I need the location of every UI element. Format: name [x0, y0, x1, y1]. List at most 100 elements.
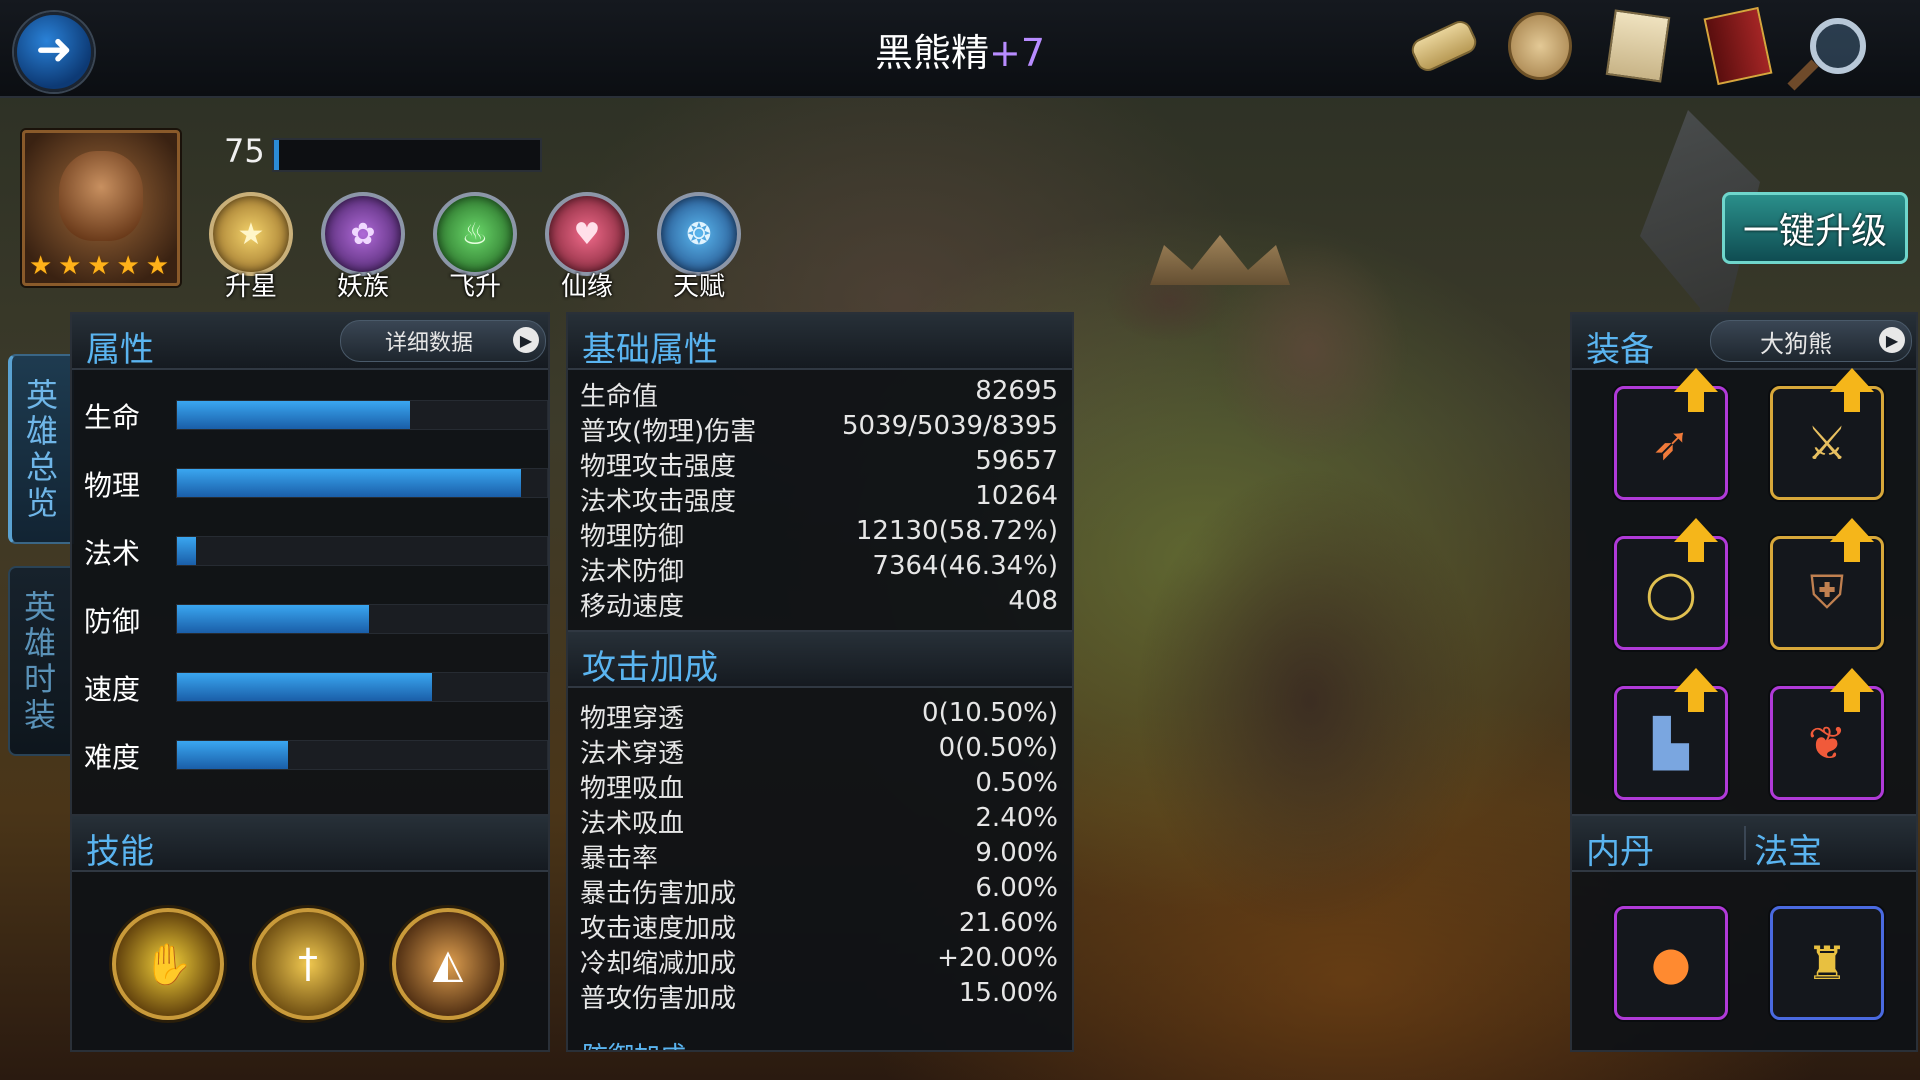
axe-icon: ⚔: [1806, 416, 1848, 470]
hero-portrait[interactable]: ★ ★ ★ ★ ★: [22, 130, 180, 286]
stat-label: 冷却缩减加成: [580, 949, 737, 979]
detail-data-label: 详细数据: [385, 331, 474, 356]
stat-value: 82695: [975, 376, 1058, 406]
claw-icon: ✋: [143, 941, 193, 988]
upgrade-arrow-icon: [1830, 368, 1874, 412]
attribute-bar: [176, 400, 548, 430]
star-icon: ★: [87, 251, 111, 281]
detail-data-button[interactable]: 详细数据 ▶: [340, 320, 546, 362]
chevron-right-icon: ▶: [1879, 327, 1905, 353]
attribute-row-difficulty: 难度: [84, 734, 548, 774]
equip-slot-phoenix[interactable]: ❦: [1770, 686, 1884, 800]
search-button[interactable]: [1800, 8, 1876, 84]
equipment-header: 装备 大狗熊 ▶: [1572, 314, 1916, 370]
magnifier-icon: [1810, 18, 1866, 74]
stat-value: 6.00%: [975, 873, 1058, 903]
attribute-row-defense: 防御: [84, 598, 548, 638]
stat-row: 物理防御 12130(58.72%): [580, 516, 1064, 552]
treasure-slot[interactable]: ♜: [1770, 906, 1884, 1020]
tab-hero-overview[interactable]: 英 雄 总 览: [8, 354, 74, 544]
hero-face-art: [59, 151, 143, 241]
chevron-right-icon: ▶: [513, 327, 539, 353]
stat-value: 59657: [975, 446, 1058, 476]
fate-button[interactable]: ♥ 仙缘: [542, 192, 632, 303]
equip-slot-ring[interactable]: ◯: [1614, 536, 1728, 650]
attribute-bar: [176, 468, 548, 498]
heart-icon: ♥: [545, 192, 629, 276]
stat-label: 法术吸血: [580, 809, 685, 839]
star-icon: ★: [145, 251, 169, 281]
stat-value: 10264: [975, 481, 1058, 511]
paper-icon: [1605, 9, 1671, 83]
stat-label: 暴击伤害加成: [580, 879, 737, 909]
equip-slot-boots[interactable]: ▙: [1614, 686, 1728, 800]
equip-slot-armor[interactable]: ⛨: [1770, 536, 1884, 650]
book-button[interactable]: [1700, 6, 1776, 86]
sword-icon: †: [298, 941, 318, 987]
attribute-bar-fill: [177, 469, 522, 497]
equip-slot-spear[interactable]: ➶: [1614, 386, 1728, 500]
hero-enhance-level: +7: [988, 31, 1046, 75]
attribute-bar: [176, 536, 548, 566]
one-key-upgrade-button[interactable]: 一键升级: [1722, 192, 1908, 264]
stat-label: 物理穿透: [580, 704, 685, 734]
upgrade-arrow-icon: [1830, 668, 1874, 712]
inner-core-slot[interactable]: ●: [1614, 906, 1728, 1020]
fire-orb-icon: ●: [1650, 936, 1692, 990]
stat-label: 移动速度: [580, 592, 685, 622]
attributes-panel: 属性 详细数据 ▶ 生命 物理 法术 防御 速度 难度: [70, 312, 550, 816]
phoenix-icon: ❦: [1807, 716, 1847, 770]
tab-char: 装: [23, 696, 56, 734]
tab-char: 雄: [23, 624, 56, 662]
equip-slot-axe[interactable]: ⚔: [1770, 386, 1884, 500]
coin-button[interactable]: [1502, 8, 1578, 84]
ascend-button[interactable]: ♨ 飞升: [430, 192, 520, 303]
stat-label: 法术攻击强度: [580, 487, 737, 517]
stat-label: 法术穿透: [580, 739, 685, 769]
demon-clan-button[interactable]: ✿ 妖族: [318, 192, 408, 303]
talent-button[interactable]: ❂ 天赋: [654, 192, 744, 303]
paper-button[interactable]: [1600, 8, 1676, 84]
fate-label: 仙缘: [560, 272, 613, 302]
skills-header: 技能: [72, 816, 548, 872]
skill-axe-button[interactable]: ◭: [392, 908, 504, 1020]
scroll-button[interactable]: [1406, 8, 1482, 84]
ring-icon: ◯: [1645, 566, 1697, 620]
attribute-bar: [176, 672, 548, 702]
stat-label: 普攻伤害加成: [580, 984, 737, 1014]
tab-hero-skins[interactable]: 英 雄 时 装: [8, 566, 72, 756]
talent-icon: ❂: [657, 192, 741, 276]
attribute-bar-fill: [177, 401, 411, 429]
star-up-label: 升星: [224, 272, 277, 302]
attribute-row-health: 生命: [84, 394, 548, 434]
stat-label: 暴击率: [580, 844, 659, 874]
stat-value: 15.00%: [958, 978, 1058, 1008]
coin-icon: [1508, 12, 1572, 80]
stat-row: 攻击速度加成 21.60%: [580, 908, 1064, 944]
attribute-bar: [176, 604, 548, 634]
attribute-label: 防御: [84, 605, 141, 638]
tab-char: 总: [25, 448, 58, 486]
talent-label: 天赋: [672, 272, 725, 302]
stat-label: 物理吸血: [580, 774, 685, 804]
stat-value: +20.00%: [937, 943, 1058, 973]
stat-row: 暴击率 9.00%: [580, 838, 1064, 874]
star-up-button[interactable]: ★ 升星: [206, 192, 296, 303]
hero-artwork: [1050, 180, 1610, 1060]
attribute-bar-fill: [177, 673, 433, 701]
skill-claw-button[interactable]: ✋: [112, 908, 224, 1020]
one-key-upgrade-label: 一键升级: [1742, 211, 1887, 252]
stat-row: 物理吸血 0.50%: [580, 768, 1064, 804]
top-bar: ➜ 黑熊精+7: [0, 0, 1920, 98]
skill-sword-button[interactable]: †: [252, 908, 364, 1020]
stat-row: 法术攻击强度 10264: [580, 481, 1064, 517]
skills-title: 技能: [86, 832, 154, 872]
demon-icon: ✿: [321, 192, 405, 276]
equipment-panel: 装备 大狗熊 ▶ ➶ ⚔ ◯ ⛨ ▙ ❦ 内丹 法宝 ● ♜: [1570, 312, 1918, 1052]
stat-value: 0(10.50%): [922, 698, 1058, 728]
attribute-row-speed: 速度: [84, 666, 548, 706]
equipment-preset-selector[interactable]: 大狗熊 ▶: [1710, 320, 1912, 362]
boots-icon: ▙: [1653, 716, 1689, 770]
upgrade-arrow-icon: [1674, 668, 1718, 712]
tab-char: 英: [25, 376, 58, 414]
